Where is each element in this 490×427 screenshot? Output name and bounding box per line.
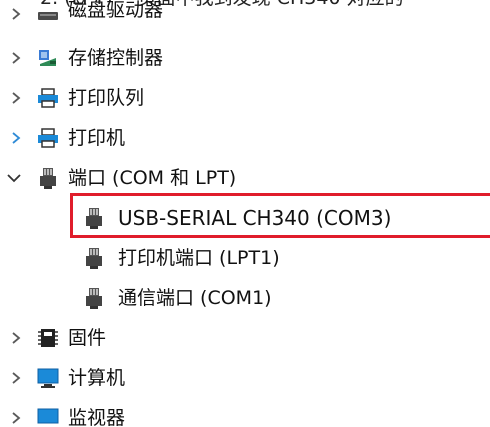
monitor-icon bbox=[36, 406, 60, 427]
tree-item-printers[interactable]: 打印机 bbox=[0, 118, 490, 158]
tree-item-label: 打印机 bbox=[68, 127, 126, 149]
port-connector-icon bbox=[82, 286, 106, 310]
tree-item-label: 磁盘驱动器 bbox=[68, 0, 164, 21]
tree-item-label: 监视器 bbox=[68, 407, 126, 427]
tree-item-label: USB-SERIAL CH340 (COM3) bbox=[118, 206, 392, 230]
tree-item-disk-drives[interactable]: 磁盘驱动器 bbox=[0, 0, 490, 26]
disk-drive-icon bbox=[36, 2, 60, 26]
tree-item-firmware[interactable]: 固件 bbox=[0, 318, 490, 358]
tree-item-computer[interactable]: 计算机 bbox=[0, 358, 490, 398]
tree-item-comm-port[interactable]: 通信端口 (COM1) bbox=[0, 278, 490, 318]
chevron-right-icon[interactable] bbox=[6, 88, 26, 108]
chevron-right-icon[interactable] bbox=[6, 368, 26, 388]
tree-item-label: 固件 bbox=[68, 327, 107, 349]
computer-monitor-icon bbox=[36, 366, 60, 390]
chevron-right-icon[interactable] bbox=[6, 48, 26, 68]
tree-item-label: 打印机端口 (LPT1) bbox=[118, 247, 280, 269]
chevron-right-icon[interactable] bbox=[6, 4, 26, 24]
tree-item-label: 端口 (COM 和 LPT) bbox=[68, 167, 237, 189]
chevron-right-icon[interactable] bbox=[6, 128, 26, 148]
tree-item-print-queues[interactable]: 打印队列 bbox=[0, 78, 490, 118]
port-connector-icon bbox=[36, 166, 60, 190]
tree-item-label: 存储控制器 bbox=[68, 47, 164, 69]
storage-controller-icon bbox=[36, 46, 60, 70]
tree-item-usb-serial-ch340[interactable]: USB-SERIAL CH340 (COM3) bbox=[0, 198, 490, 238]
port-connector-icon bbox=[82, 246, 106, 270]
device-tree: 2. (LPT) 一页面中我到发现 CH340 对应的 磁盘驱动器 存储控制器 bbox=[0, 0, 490, 427]
firmware-chip-icon bbox=[36, 326, 60, 350]
chevron-right-icon[interactable] bbox=[6, 328, 26, 348]
tree-item-label: 通信端口 (COM1) bbox=[118, 287, 272, 309]
tree-item-storage-controllers[interactable]: 存储控制器 bbox=[0, 38, 490, 78]
tree-item-monitors[interactable]: 监视器 bbox=[0, 398, 490, 427]
chevron-right-icon[interactable] bbox=[6, 408, 26, 427]
tree-item-printer-port[interactable]: 打印机端口 (LPT1) bbox=[0, 238, 490, 278]
port-connector-icon bbox=[82, 206, 106, 230]
tree-item-label: 计算机 bbox=[68, 367, 126, 389]
tree-item-ports[interactable]: 端口 (COM 和 LPT) bbox=[0, 158, 490, 198]
printer-icon bbox=[36, 86, 60, 110]
tree-item-label: 打印队列 bbox=[68, 87, 145, 109]
printer-icon bbox=[36, 126, 60, 150]
chevron-down-icon[interactable] bbox=[4, 168, 24, 188]
